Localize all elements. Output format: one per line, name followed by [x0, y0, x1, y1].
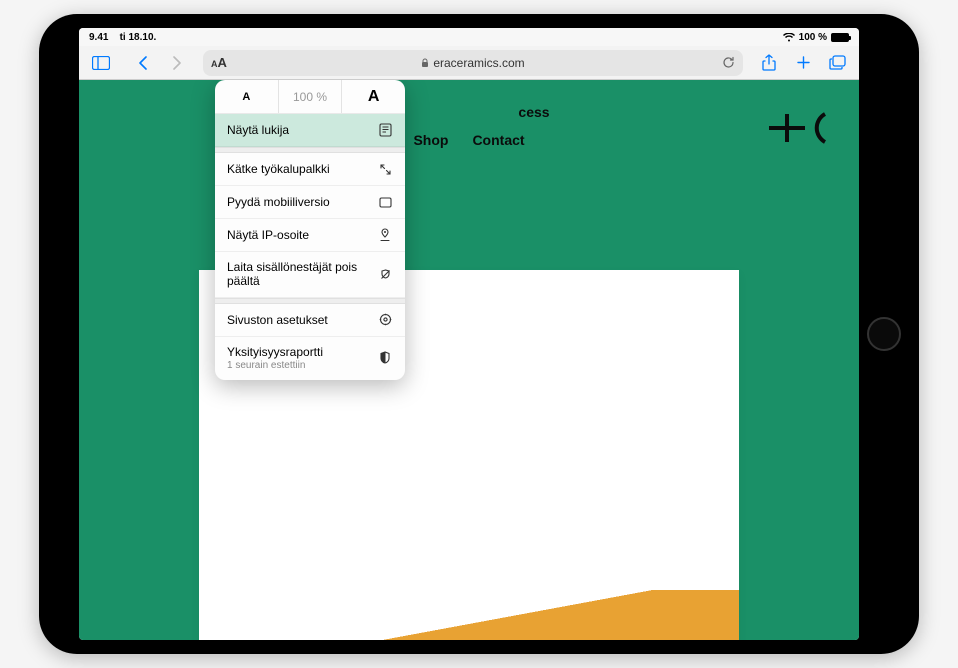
privacy-sublabel: 1 seurain estettiin — [227, 360, 377, 372]
menu-label: Pyydä mobiiliversio — [227, 195, 377, 209]
menu-label: Yksityisyysraportti 1 seurain estettiin — [227, 345, 377, 372]
ipad-frame: 9.41 ti 18.10. 100 % — [39, 14, 919, 654]
blocker-off-icon — [377, 266, 393, 282]
status-bar: 9.41 ti 18.10. 100 % — [79, 28, 859, 46]
zoom-row: A 100 % A — [215, 80, 405, 114]
forward-button — [163, 49, 191, 77]
share-button[interactable] — [755, 49, 783, 77]
location-pin-icon — [377, 227, 393, 243]
wifi-icon — [783, 33, 795, 42]
screen: 9.41 ti 18.10. 100 % — [79, 28, 859, 640]
sidebar-button[interactable] — [87, 49, 115, 77]
nav-shop[interactable]: Shop — [413, 132, 448, 148]
content-area: cess Shop Contact — [79, 80, 859, 640]
zoom-out-button[interactable]: A — [215, 80, 278, 113]
request-mobile-item[interactable]: Pyydä mobiiliversio — [215, 186, 405, 219]
menu-label: Näytä IP-osoite — [227, 228, 377, 242]
status-left: 9.41 ti 18.10. — [89, 32, 156, 43]
status-time: 9.41 — [89, 32, 108, 43]
battery-percentage: 100 % — [799, 32, 827, 43]
shield-icon — [377, 350, 393, 366]
site-nav: cess Shop Contact — [79, 104, 859, 120]
zoom-value: 100 % — [278, 80, 343, 113]
reader-icon — [377, 122, 393, 138]
menu-label: Sivuston asetukset — [227, 313, 377, 327]
privacy-report-item[interactable]: Yksityisyysraportti 1 seurain estettiin — [215, 337, 405, 380]
url-bar[interactable]: AA eraceramics.com — [203, 50, 743, 76]
refresh-button[interactable] — [722, 56, 735, 69]
disable-blockers-item[interactable]: Laita sisällönestäjät pois päältä — [215, 252, 405, 298]
show-ip-item[interactable]: Näytä IP-osoite — [215, 219, 405, 252]
device-icon — [377, 194, 393, 210]
zoom-in-button[interactable]: A — [342, 80, 405, 113]
hide-toolbar-item[interactable]: Kätke työkalupalkki — [215, 153, 405, 186]
browser-toolbar: AA eraceramics.com — [79, 46, 859, 80]
gear-icon — [377, 312, 393, 328]
battery-icon — [831, 33, 849, 42]
show-reader-item[interactable]: Näytä lukija — [215, 114, 405, 147]
site-logo[interactable] — [769, 108, 831, 148]
page-settings-menu: A 100 % A Näytä lukija Kätke työkalupalk… — [215, 80, 405, 380]
web-page[interactable]: cess Shop Contact — [79, 80, 859, 640]
tabs-button[interactable] — [823, 49, 851, 77]
site-settings-item[interactable]: Sivuston asetukset — [215, 304, 405, 337]
nav-contact[interactable]: Contact — [472, 132, 524, 148]
expand-icon — [377, 161, 393, 177]
orange-shape — [199, 590, 739, 640]
new-tab-button[interactable] — [789, 49, 817, 77]
page-settings-aa-button[interactable]: AA — [211, 55, 227, 70]
menu-label: Näytä lukija — [227, 123, 377, 137]
menu-label: Laita sisällönestäjät pois päältä — [227, 260, 377, 289]
status-right: 100 % — [783, 32, 849, 43]
url-text: eraceramics.com — [433, 56, 524, 70]
menu-label: Kätke työkalupalkki — [227, 162, 377, 176]
url-display: eraceramics.com — [421, 56, 524, 70]
nav-process-partial[interactable]: cess — [518, 104, 549, 120]
lock-icon — [421, 58, 429, 68]
home-button[interactable] — [867, 317, 901, 351]
status-date: ti 18.10. — [120, 32, 157, 43]
back-button[interactable] — [129, 49, 157, 77]
